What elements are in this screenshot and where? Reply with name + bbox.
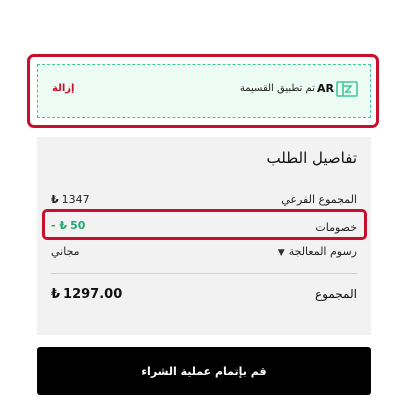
coupon-applied-box: إزالة تم تطبيق القسيمة AR xyxy=(37,64,371,118)
processing-fee-select[interactable]: رسوم المعالجة▼ xyxy=(278,245,357,258)
coupon-applied-text: تم تطبيق القسيمة xyxy=(239,83,315,94)
currency-symbol: ₺ xyxy=(51,193,59,206)
subtotal-label: المجموع الفرعي xyxy=(281,193,357,206)
total-label: المجموع xyxy=(315,287,357,301)
checkout-button[interactable]: قم بإتمام عملية الشراء xyxy=(37,347,371,395)
processing-fee-value: مجاني xyxy=(51,245,80,258)
summary-divider xyxy=(51,273,357,274)
processing-fee-label: رسوم المعالجة xyxy=(288,245,357,258)
subtotal-amount: 1347 xyxy=(61,193,90,206)
coupon-remove-link[interactable]: إزالة xyxy=(52,83,74,94)
chevron-down-icon: ▼ xyxy=(277,248,285,258)
subtotal-value: ₺ 1347 xyxy=(51,193,90,206)
summary-title: تفاصيل الطلب xyxy=(266,149,357,167)
discount-highlight-frame xyxy=(42,209,367,240)
coupon-code: AR xyxy=(317,82,334,95)
total-value: ₺ 1297.00 xyxy=(51,287,122,302)
currency-symbol: ₺ xyxy=(51,287,61,302)
total-amount: 1297.00 xyxy=(63,287,123,302)
coupon-ticket-icon xyxy=(336,80,358,98)
